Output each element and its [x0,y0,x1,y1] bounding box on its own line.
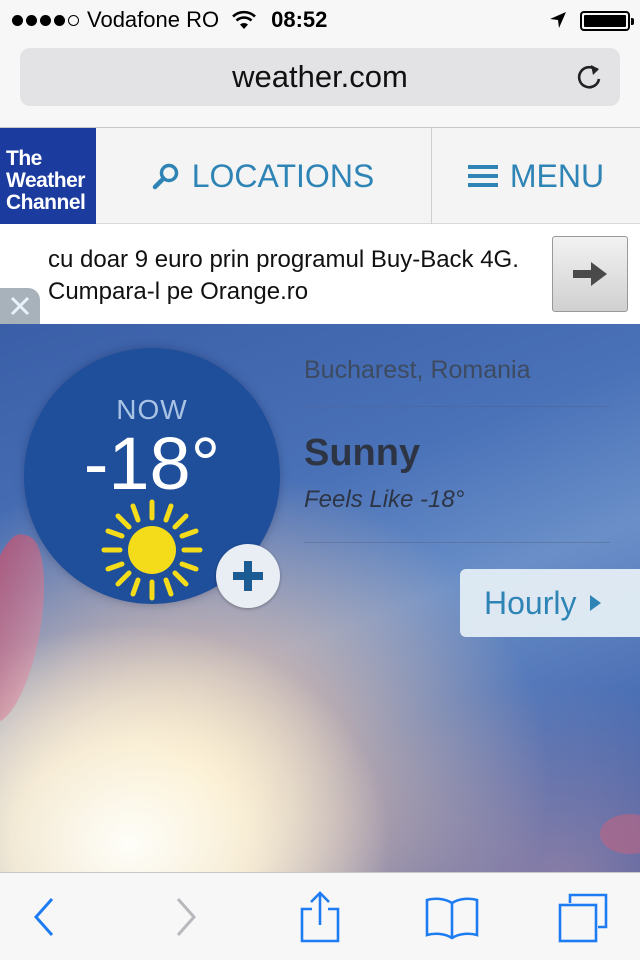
browser-address-area: weather.com [0,40,640,128]
weather-hero: NOW -18° Bucharest, Romania Sunny Feels … [0,324,640,872]
add-location-button[interactable] [216,544,280,608]
search-icon [152,163,178,190]
play-arrow-icon [590,595,602,611]
locations-button[interactable]: LOCATIONS [96,128,430,224]
wifi-icon [232,10,257,29]
status-bar: Vodafone RO 08:52 [0,0,640,40]
location-arrow-icon [550,12,566,28]
plus-icon [233,561,263,591]
menu-button[interactable]: MENU [431,128,640,224]
menu-label: MENU [509,157,605,194]
background-flower-decoration [0,529,60,729]
background-flower-decoration [600,814,640,854]
carrier-name: Vodafone RO [87,7,220,32]
close-icon [10,296,30,316]
url-text: weather.com [232,59,408,94]
signal-strength-icon [12,14,79,26]
location-name[interactable]: Bucharest, Romania [304,356,531,385]
forward-icon[interactable] [170,889,202,945]
battery-icon [580,11,634,31]
arrow-right-icon [573,262,607,286]
sun-icon [101,499,203,601]
ad-banner[interactable]: cu doar 9 euro prin programul Buy-Back 4… [0,224,640,324]
weather-channel-logo[interactable]: The Weather Channel [0,128,96,224]
locations-label: LOCATIONS [191,157,375,194]
tabs-icon[interactable] [556,889,610,945]
divider [304,542,610,543]
ad-text: cu doar 9 euro prin programul Buy-Back 4… [48,246,519,305]
address-bar[interactable]: weather.com [20,48,620,106]
divider [304,406,610,407]
feels-like: Feels Like -18° [304,486,465,513]
bookmarks-icon[interactable] [424,889,480,945]
menu-icon [467,165,498,187]
browser-toolbar [0,872,640,960]
hourly-button[interactable]: Hourly [460,569,640,637]
ad-arrow-button[interactable] [552,236,628,312]
reload-icon[interactable] [574,62,604,92]
back-icon[interactable] [28,889,60,945]
current-temperature: -18° [83,422,221,505]
share-icon[interactable] [298,889,342,945]
hourly-label: Hourly [484,584,577,621]
ad-close-button[interactable] [0,288,40,324]
weather-condition: Sunny [304,432,421,474]
site-header: The Weather Channel LOCATIONS MENU [0,128,640,224]
clock: 08:52 [271,7,328,32]
